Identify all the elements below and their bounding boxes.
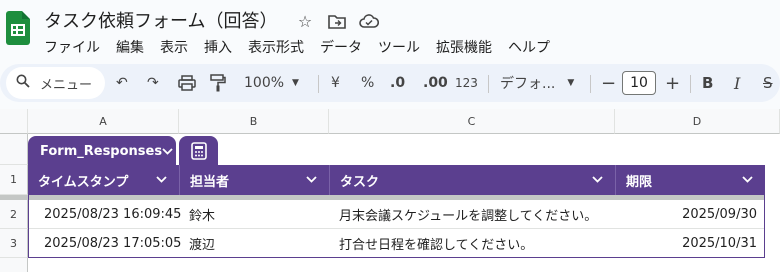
chevron-down-icon[interactable] [742, 172, 753, 187]
menu-bar: ファイル 編集 表示 挿入 表示形式 データ ツール 拡張機能 ヘルプ [44, 37, 550, 57]
undo-icon[interactable]: ↶ [116, 64, 128, 102]
search-label: メニュー [40, 77, 93, 93]
menu-help[interactable]: ヘルプ [508, 37, 550, 57]
header-label: 担当者 [190, 174, 230, 190]
column-header-c[interactable]: C [329, 109, 615, 134]
table-name: Form_Responses [40, 143, 163, 159]
star-icon[interactable]: ☆ [294, 10, 316, 32]
font-select[interactable]: デフォ... ▼ [500, 64, 574, 102]
font-size-input[interactable]: 10 [622, 71, 656, 95]
header-label: タスク [340, 174, 380, 190]
font-name: デフォ... [500, 76, 556, 92]
chevron-down-icon: ▼ [292, 78, 299, 88]
decrease-decimal-button[interactable]: .0 [390, 64, 405, 102]
menu-edit[interactable]: 編集 [116, 37, 144, 57]
menu-view[interactable]: 表示 [160, 37, 188, 57]
bold-button[interactable]: B [702, 64, 713, 102]
search-icon [16, 74, 36, 92]
column-header-a[interactable]: A [28, 109, 179, 134]
cloud-status-icon[interactable] [358, 10, 380, 32]
header-cell-timestamp[interactable]: タイムスタンプ [28, 165, 179, 195]
row-header-1[interactable]: 1 [0, 165, 28, 195]
chevron-down-icon[interactable] [306, 172, 317, 187]
increase-font-size-button[interactable]: + [665, 64, 680, 102]
row-header-4[interactable] [0, 258, 28, 272]
table-name-tab[interactable]: Form_Responses [28, 136, 176, 166]
table-border [28, 195, 765, 258]
strikethrough-button[interactable]: S [763, 64, 773, 102]
chevron-down-icon[interactable] [592, 172, 603, 187]
select-all-corner[interactable] [0, 109, 28, 134]
percent-button[interactable]: % [361, 64, 374, 102]
paint-format-icon[interactable] [210, 64, 226, 102]
header-label: 期限 [626, 174, 653, 190]
table-calculator-button[interactable] [179, 136, 218, 166]
menu-data[interactable]: データ [320, 37, 362, 57]
chevron-down-icon [162, 144, 173, 158]
header-label: タイムスタンプ [38, 174, 129, 190]
row-header-2[interactable]: 2 [0, 200, 28, 229]
toolbar: メニュー ↶ ↷ 100% ▼ ¥ % .0 .00 123 デフォ... ▼ − … [0, 64, 780, 102]
header-cell-task[interactable]: タスク [329, 165, 615, 195]
header-cell-deadline[interactable]: 期限 [615, 165, 765, 195]
decrease-font-size-button[interactable]: − [601, 64, 616, 102]
column-header-b[interactable]: B [179, 109, 329, 134]
currency-button[interactable]: ¥ [331, 64, 340, 102]
menu-extensions[interactable]: 拡張機能 [436, 37, 492, 57]
table-header-row: タイムスタンプ 担当者 タスク 期限 [28, 165, 765, 195]
redo-icon[interactable]: ↷ [147, 64, 159, 102]
zoom-value: 100% [244, 75, 285, 91]
italic-button[interactable]: I [734, 64, 740, 102]
chevron-down-icon[interactable] [156, 172, 167, 187]
chevron-down-icon: ▼ [567, 78, 575, 88]
header-cell-assignee[interactable]: 担当者 [179, 165, 329, 195]
menu-tools[interactable]: ツール [378, 37, 420, 57]
number-format-button[interactable]: 123 [455, 64, 478, 102]
menu-format[interactable]: 表示形式 [248, 37, 304, 57]
move-to-folder-icon[interactable] [326, 10, 348, 32]
row-header-blank [0, 134, 28, 165]
increase-decimal-button[interactable]: .00 [423, 64, 448, 102]
menu-insert[interactable]: 挿入 [204, 37, 232, 57]
menu-file[interactable]: ファイル [44, 37, 100, 57]
calculator-icon [190, 142, 207, 160]
print-icon[interactable] [178, 64, 196, 102]
zoom-select[interactable]: 100% ▼ [244, 64, 299, 102]
row-header-3[interactable]: 3 [0, 229, 28, 258]
column-header-d[interactable]: D [615, 109, 780, 134]
document-title[interactable]: タスク依頼フォーム（回答） [44, 7, 277, 33]
sheets-logo[interactable] [6, 11, 30, 45]
menu-search[interactable]: メニュー [6, 67, 105, 99]
